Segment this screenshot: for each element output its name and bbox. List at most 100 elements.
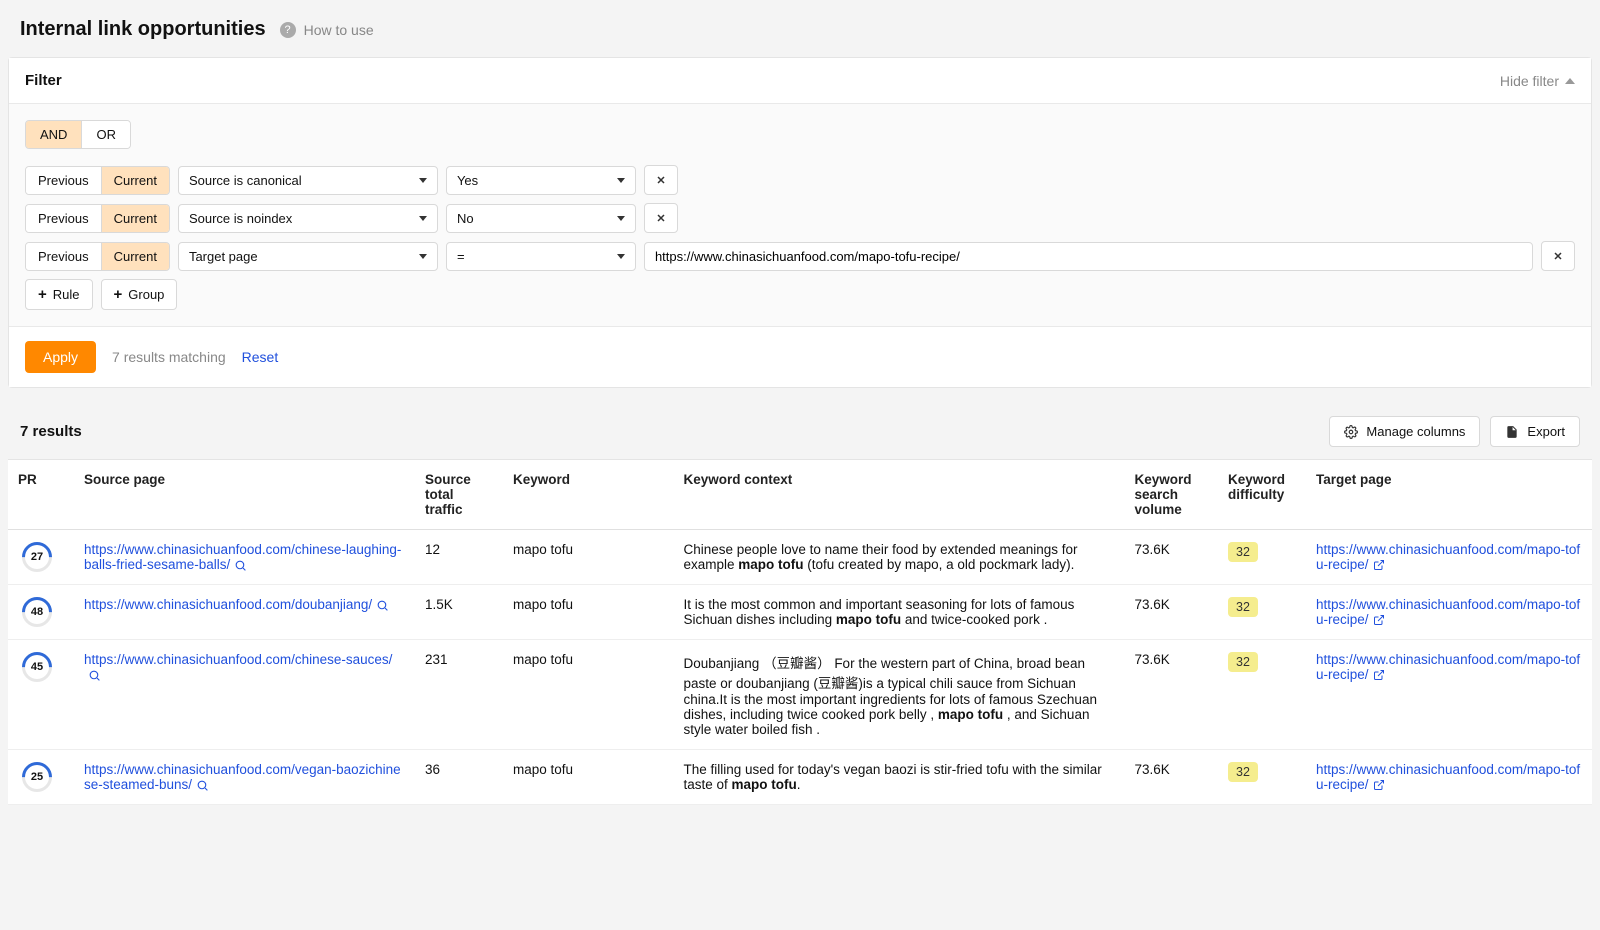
chevron-up-icon [1565,78,1575,84]
hide-filter-toggle[interactable]: Hide filter [1500,73,1575,89]
previous-button[interactable]: Previous [26,243,101,270]
add-group-button[interactable]: +Group [101,279,178,310]
filter-row: Previous Current Target page = [25,241,1575,271]
remove-filter-button[interactable] [644,165,678,195]
and-button[interactable]: AND [26,121,81,148]
manage-columns-button[interactable]: Manage columns [1329,416,1480,447]
source-page-link[interactable]: https://www.chinasichuanfood.com/vegan-b… [84,762,401,792]
plus-icon: + [114,286,123,303]
page-title: Internal link opportunities [20,18,266,41]
filter-field-select[interactable]: Target page [178,242,438,271]
col-traffic[interactable]: Source total traffic [415,460,503,530]
keyword: mapo tofu [503,640,674,750]
col-difficulty[interactable]: Keyword difficulty [1218,460,1306,530]
pr-score: 25 [22,762,52,792]
prevcur-toggle: Previous Current [25,166,170,195]
or-button[interactable]: OR [81,121,130,148]
target-page-link[interactable]: https://www.chinasichuanfood.com/mapo-to… [1316,762,1580,792]
table-row: 48 https://www.chinasichuanfood.com/doub… [8,585,1592,640]
filter-panel: Filter Hide filter AND OR Previous Curre… [8,57,1592,388]
keyword: mapo tofu [503,585,674,640]
previous-button[interactable]: Previous [26,205,101,232]
results-table: PR Source page Source total traffic Keyw… [8,460,1592,805]
table-row: 25 https://www.chinasichuanfood.com/vega… [8,750,1592,805]
chevron-down-icon [419,178,427,183]
close-icon [655,212,667,224]
search-icon[interactable] [376,599,389,612]
col-pr[interactable]: PR [8,460,74,530]
col-target[interactable]: Target page [1306,460,1592,530]
difficulty-badge: 32 [1228,597,1258,617]
remove-filter-button[interactable] [1541,241,1575,271]
difficulty-badge: 32 [1228,652,1258,672]
difficulty-badge: 32 [1228,762,1258,782]
keyword-context: Chinese people love to name their food b… [674,530,1125,585]
results-count: 7 results [20,423,82,440]
search-icon[interactable] [196,779,209,792]
external-link-icon[interactable] [1373,614,1385,626]
table-row: 27 https://www.chinasichuanfood.com/chin… [8,530,1592,585]
external-link-icon[interactable] [1373,779,1385,791]
current-button[interactable]: Current [101,205,169,232]
close-icon [1552,250,1564,262]
col-keyword[interactable]: Keyword [503,460,674,530]
current-button[interactable]: Current [101,167,169,194]
keyword-context: Doubanjiang （豆瓣酱） For the western part o… [674,640,1125,750]
previous-button[interactable]: Previous [26,167,101,194]
export-button[interactable]: Export [1490,416,1580,447]
source-traffic: 231 [415,640,503,750]
source-traffic: 1.5K [415,585,503,640]
chevron-down-icon [419,216,427,221]
target-page-link[interactable]: https://www.chinasichuanfood.com/mapo-to… [1316,597,1580,627]
search-icon[interactable] [88,669,101,682]
apply-button[interactable]: Apply [25,341,96,373]
help-icon[interactable]: ? [280,22,296,38]
external-link-icon[interactable] [1373,669,1385,681]
pr-score: 45 [22,652,52,682]
prevcur-toggle: Previous Current [25,242,170,271]
file-icon [1505,425,1519,439]
andor-toggle: AND OR [25,120,131,149]
chevron-down-icon [419,254,427,259]
gear-icon [1344,425,1358,439]
filter-value-select[interactable]: No [446,204,636,233]
keyword: mapo tofu [503,750,674,805]
external-link-icon[interactable] [1373,559,1385,571]
source-traffic: 12 [415,530,503,585]
pr-score: 27 [22,542,52,572]
close-icon [655,174,667,186]
filter-row: Previous Current Source is noindex No [25,203,1575,233]
source-page-link[interactable]: https://www.chinasichuanfood.com/chinese… [84,652,392,667]
plus-icon: + [38,286,47,303]
chevron-down-icon [617,216,625,221]
remove-filter-button[interactable] [644,203,678,233]
col-source[interactable]: Source page [74,460,415,530]
search-icon[interactable] [234,559,247,572]
filter-operator-select[interactable]: = [446,242,636,271]
target-page-link[interactable]: https://www.chinasichuanfood.com/mapo-to… [1316,652,1580,682]
add-rule-button[interactable]: +Rule [25,279,93,310]
target-page-link[interactable]: https://www.chinasichuanfood.com/mapo-to… [1316,542,1580,572]
results-matching-text: 7 results matching [112,349,226,365]
pr-score: 48 [22,597,52,627]
current-button[interactable]: Current [101,243,169,270]
filter-field-select[interactable]: Source is noindex [178,204,438,233]
keyword-volume: 73.6K [1125,585,1219,640]
filter-title: Filter [25,72,62,89]
source-page-link[interactable]: https://www.chinasichuanfood.com/doubanj… [84,597,372,612]
table-row: 45 https://www.chinasichuanfood.com/chin… [8,640,1592,750]
keyword-context: It is the most common and important seas… [674,585,1125,640]
keyword-volume: 73.6K [1125,750,1219,805]
filter-row: Previous Current Source is canonical Yes [25,165,1575,195]
col-context[interactable]: Keyword context [674,460,1125,530]
keyword-volume: 73.6K [1125,640,1219,750]
filter-value-select[interactable]: Yes [446,166,636,195]
col-volume[interactable]: Keyword search volume [1125,460,1219,530]
filter-url-input[interactable] [644,242,1533,271]
hide-filter-label: Hide filter [1500,73,1559,89]
how-to-use-link[interactable]: How to use [304,22,374,38]
source-traffic: 36 [415,750,503,805]
filter-field-select[interactable]: Source is canonical [178,166,438,195]
reset-link[interactable]: Reset [242,349,279,365]
prevcur-toggle: Previous Current [25,204,170,233]
